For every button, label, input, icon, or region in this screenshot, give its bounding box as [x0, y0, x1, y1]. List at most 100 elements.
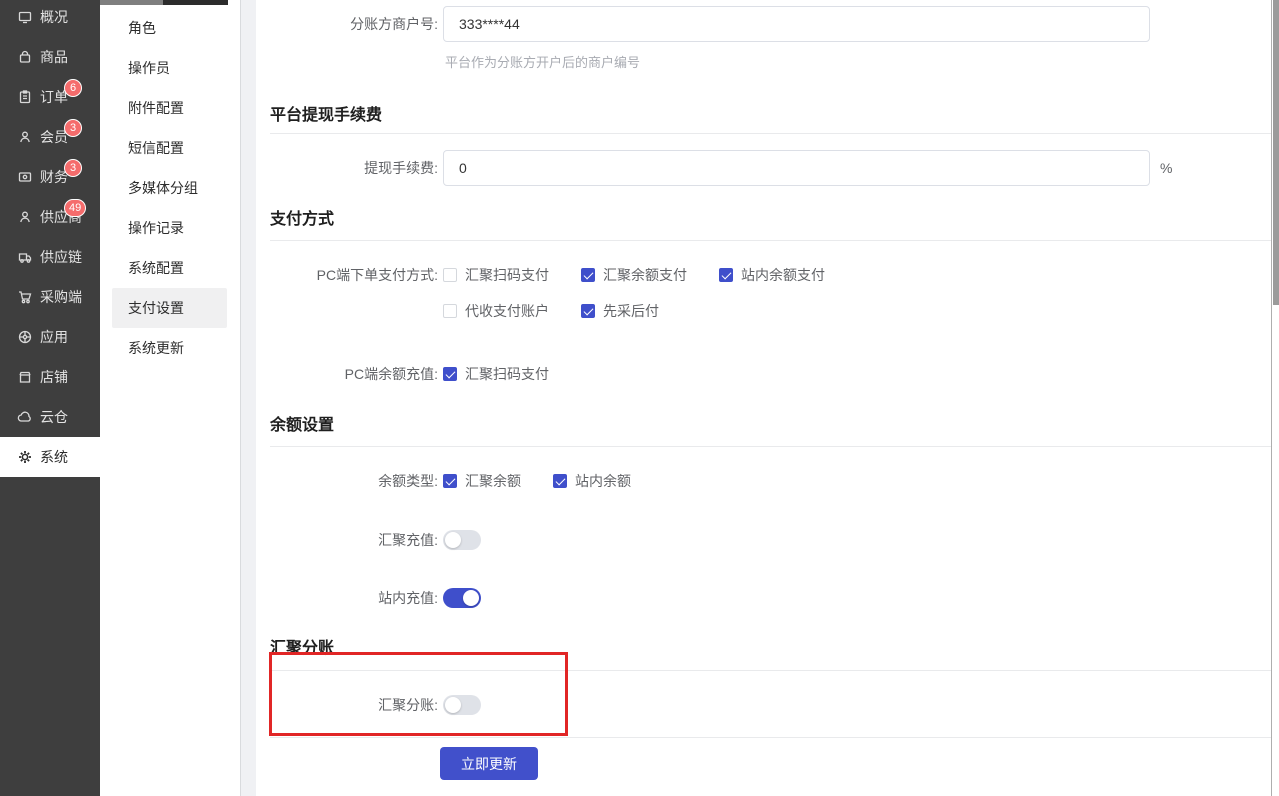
update-now-button[interactable]: 立即更新	[440, 747, 538, 780]
sidebar-item-goods[interactable]: 商品	[0, 37, 100, 77]
checkbox-label: 汇聚余额	[465, 471, 521, 491]
balance-type-label: 余额类型:	[260, 471, 438, 491]
suppliers-count-badge: 49	[64, 199, 86, 217]
sidebar-item-finance[interactable]: 财务 3	[0, 157, 100, 197]
finance-icon	[17, 169, 33, 185]
pc-order-pay-row2: 代收支付账户 先采后付	[260, 301, 691, 321]
checkbox-option-buy-first-pay-later[interactable]: 先采后付	[581, 301, 659, 321]
checkbox[interactable]	[581, 304, 595, 318]
checkbox[interactable]	[443, 304, 457, 318]
checkbox[interactable]	[443, 268, 457, 282]
sidebar-item-members[interactable]: 会员 3	[0, 117, 100, 157]
member-icon	[17, 129, 33, 145]
huiju-split-label: 汇聚分账:	[260, 695, 438, 715]
checkbox-option-huiju-balance-pay[interactable]: 汇聚余额支付	[581, 265, 687, 285]
checkbox-option-site-balance-pay[interactable]: 站内余额支付	[719, 265, 825, 285]
checkbox-label: 汇聚扫码支付	[465, 364, 549, 384]
menu-item-system-update[interactable]: 系统更新	[100, 328, 240, 368]
section-divider	[270, 446, 1271, 447]
monitor-icon	[17, 9, 33, 25]
menu-item-sms-config[interactable]: 短信配置	[100, 128, 240, 168]
checkbox-option-huiju-scan-pay[interactable]: 汇聚扫码支付	[443, 265, 549, 285]
cloud-icon	[17, 409, 33, 425]
cart-icon	[17, 289, 33, 305]
checkbox[interactable]	[719, 268, 733, 282]
checkbox-option-huiju-balance[interactable]: 汇聚余额	[443, 471, 521, 491]
checkbox-label: 汇聚余额支付	[603, 265, 687, 285]
sidebar-item-supply-chain[interactable]: 供应链	[0, 237, 100, 277]
payment-settings-page: 概况 商品 订单 6 会员 3 财务 3	[0, 0, 1279, 796]
checkbox[interactable]	[553, 474, 567, 488]
pc-recharge-row: PC端余额充值: 汇聚扫码支付	[260, 364, 581, 384]
bag-icon	[17, 49, 33, 65]
section-divider	[270, 737, 1271, 738]
apps-icon	[17, 329, 33, 345]
top-strip-segment	[100, 0, 163, 5]
withdraw-fee-row: 提现手续费: %	[260, 150, 1172, 186]
balance-type-row: 余额类型: 汇聚余额 站内余额	[260, 471, 663, 491]
merchant-number-row: 分账方商户号:	[260, 6, 1150, 42]
toggle-knob	[463, 590, 479, 606]
checkbox-label: 代收支付账户	[465, 301, 549, 321]
huiju-recharge-toggle[interactable]	[443, 530, 481, 550]
sidebar-item-system[interactable]: 系统	[0, 437, 100, 477]
merchant-number-input[interactable]	[443, 6, 1150, 42]
orders-count-badge: 6	[64, 79, 82, 97]
checkbox-option-collection-account[interactable]: 代收支付账户	[443, 301, 549, 321]
merchant-number-help: 平台作为分账方开户后的商户编号	[445, 52, 640, 71]
sidebar-item-cloud-warehouse[interactable]: 云仓	[0, 397, 100, 437]
checkbox[interactable]	[581, 268, 595, 282]
sidebar-item-overview[interactable]: 概况	[0, 0, 100, 37]
sidebar-item-orders[interactable]: 订单 6	[0, 77, 100, 117]
sidebar-item-label: 系统	[40, 447, 68, 467]
menu-item-payment-settings[interactable]: 支付设置	[112, 288, 227, 328]
withdraw-fee-input[interactable]	[443, 150, 1150, 186]
huiju-split-toggle[interactable]	[443, 695, 481, 715]
clipboard-icon	[17, 89, 33, 105]
section-divider	[270, 670, 1271, 671]
menu-item-operation-log[interactable]: 操作记录	[100, 208, 240, 248]
checkbox-option-site-balance[interactable]: 站内余额	[553, 471, 631, 491]
settings-form: 分账方商户号: 平台作为分账方开户后的商户编号 平台提现手续费 提现手续费: %…	[256, 0, 1271, 796]
site-recharge-label: 站内充值:	[260, 588, 438, 608]
section-title-balance: 余额设置	[270, 411, 334, 435]
menu-item-roles[interactable]: 角色	[100, 8, 240, 48]
secondary-menu: 角色 操作员 附件配置 短信配置 多媒体分组 操作记录 系统配置 支付设置 系统…	[100, 0, 240, 796]
checkbox-label: 汇聚扫码支付	[465, 265, 549, 285]
pc-order-pay-label: PC端下单支付方式:	[260, 265, 438, 285]
page-scrollbar-thumb[interactable]	[1273, 0, 1279, 305]
checkbox[interactable]	[443, 474, 457, 488]
sidebar-item-label: 供应链	[40, 247, 82, 267]
site-recharge-row: 站内充值:	[260, 588, 481, 608]
huiju-recharge-row: 汇聚充值:	[260, 530, 481, 550]
checkbox-label: 站内余额	[575, 471, 631, 491]
sidebar-item-label: 店铺	[40, 367, 68, 387]
percent-suffix: %	[1160, 160, 1172, 176]
menu-item-attachment-config[interactable]: 附件配置	[100, 88, 240, 128]
menu-item-operators[interactable]: 操作员	[100, 48, 240, 88]
sidebar-item-shops[interactable]: 店铺	[0, 357, 100, 397]
menu-scrollbar[interactable]	[240, 0, 256, 796]
supplier-icon	[17, 209, 33, 225]
site-recharge-toggle[interactable]	[443, 588, 481, 608]
members-count-badge: 3	[64, 119, 82, 137]
huiju-split-row: 汇聚分账:	[260, 695, 481, 715]
section-divider	[270, 240, 1271, 241]
section-title-payment-method: 支付方式	[270, 205, 334, 229]
sidebar-item-procurement[interactable]: 采购端	[0, 277, 100, 317]
sidebar-item-apps[interactable]: 应用	[0, 317, 100, 357]
toggle-knob	[445, 697, 461, 713]
menu-item-system-config[interactable]: 系统配置	[100, 248, 240, 288]
top-strip-segment	[163, 0, 228, 5]
checkbox[interactable]	[443, 367, 457, 381]
pc-order-pay-row1: PC端下单支付方式: 汇聚扫码支付 汇聚余额支付 站内余额支付	[260, 265, 857, 285]
sidebar-item-suppliers[interactable]: 供应商 49	[0, 197, 100, 237]
truck-icon	[17, 249, 33, 265]
menu-item-media-groups[interactable]: 多媒体分组	[100, 168, 240, 208]
shop-icon	[17, 369, 33, 385]
checkbox-option-huiju-scan-recharge[interactable]: 汇聚扫码支付	[443, 364, 549, 384]
primary-sidebar: 概况 商品 订单 6 会员 3 财务 3	[0, 0, 100, 796]
gear-icon	[17, 449, 33, 465]
sidebar-item-label: 采购端	[40, 287, 82, 307]
merchant-number-label: 分账方商户号:	[260, 14, 438, 34]
